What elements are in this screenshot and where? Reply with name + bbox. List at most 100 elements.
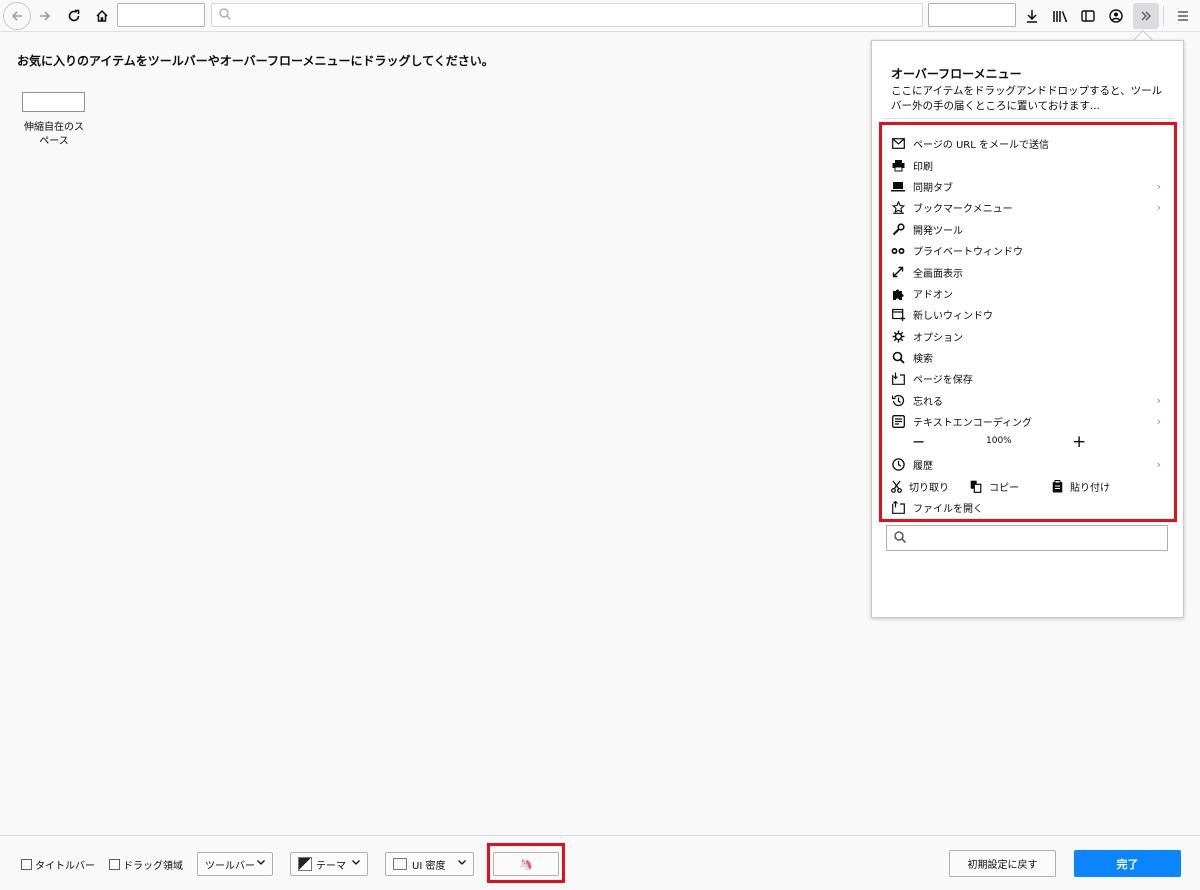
title-bar-checkbox[interactable]: タイトルバー bbox=[21, 857, 95, 872]
menu-item-label: 開発ツール bbox=[913, 225, 963, 237]
clock-icon bbox=[891, 458, 905, 472]
flexible-space-box bbox=[22, 92, 85, 112]
save-page-icon bbox=[891, 372, 905, 386]
fullscreen-icon bbox=[891, 265, 905, 279]
menu-item-label: テキストエンコーディング bbox=[913, 418, 1032, 430]
menu-item-label: 全画面表示 bbox=[913, 268, 963, 280]
customize-footer: タイトルバー ドラッグ領域 ツールバー テーマ UI 密度 🦄 初期設定に戻す … bbox=[0, 835, 1200, 890]
menu-item-text-encoding[interactable]: テキストエンコーディング › bbox=[886, 411, 1171, 432]
menu-item-fullscreen[interactable]: 全画面表示 bbox=[886, 261, 1171, 282]
forward-button[interactable] bbox=[32, 3, 58, 29]
bookmark-star-icon bbox=[891, 201, 905, 215]
reload-button[interactable] bbox=[61, 3, 87, 29]
overflow-menu-button[interactable] bbox=[1133, 3, 1159, 29]
menu-item-dev-tools[interactable]: 開発ツール bbox=[886, 219, 1171, 240]
paste-label: 貼り付け bbox=[1070, 483, 1110, 495]
menu-item-options[interactable]: オプション bbox=[886, 326, 1171, 347]
done-button[interactable]: 完了 bbox=[1074, 850, 1181, 877]
open-file-icon bbox=[891, 500, 905, 514]
toolbars-dropdown[interactable]: ツールバー bbox=[197, 852, 273, 876]
chevron-right-icon: › bbox=[1156, 201, 1161, 215]
chevron-right-icon: › bbox=[1156, 393, 1161, 407]
menu-item-label: ファイルを開く bbox=[913, 503, 983, 515]
drag-space-label: ドラッグ領域 bbox=[123, 861, 183, 872]
zoom-out-button[interactable]: − bbox=[912, 432, 925, 452]
back-button[interactable] bbox=[3, 2, 31, 30]
menu-item-synced-tabs[interactable]: 同期タブ › bbox=[886, 176, 1171, 197]
menu-item-label: ブックマークメニュー bbox=[913, 204, 1013, 216]
density-icon bbox=[393, 858, 407, 870]
double-chevron-right-icon bbox=[1141, 11, 1151, 21]
home-icon bbox=[96, 9, 108, 22]
reload-icon bbox=[68, 9, 80, 22]
cut-button[interactable]: 切り取り bbox=[891, 479, 949, 494]
menu-item-open-file[interactable]: ファイルを開く bbox=[886, 497, 1171, 518]
menu-item-label: 新しいウィンドウ bbox=[913, 311, 993, 323]
menu-item-bookmarks-menu[interactable]: ブックマークメニュー › bbox=[886, 197, 1171, 218]
account-icon bbox=[1109, 9, 1123, 23]
menu-item-label: ページを保存 bbox=[913, 375, 973, 387]
new-window-icon bbox=[891, 308, 905, 322]
menu-item-email-link[interactable]: ページの URL をメールで送信 bbox=[886, 133, 1171, 154]
search-icon bbox=[218, 7, 232, 21]
chevron-down-icon bbox=[351, 857, 361, 867]
drag-space-checkbox[interactable]: ドラッグ領域 bbox=[109, 857, 183, 872]
overflow-menu-list: ページの URL をメールで送信 印刷 同期タブ › ブックマークメニュー › … bbox=[886, 133, 1171, 518]
menu-item-forget[interactable]: 忘れる › bbox=[886, 390, 1171, 411]
menu-item-search[interactable]: 検索 bbox=[886, 347, 1171, 368]
downloads-button[interactable] bbox=[1019, 3, 1045, 29]
menu-item-label: オプション bbox=[913, 332, 963, 344]
toolbar-placeholder-right[interactable] bbox=[928, 3, 1016, 27]
paste-button[interactable]: 貼り付け bbox=[1052, 479, 1110, 494]
menu-item-label: 印刷 bbox=[913, 161, 933, 173]
density-dropdown[interactable]: UI 密度 bbox=[385, 852, 474, 876]
menu-item-addons[interactable]: アドオン bbox=[886, 283, 1171, 304]
edit-controls: 切り取り コピー 貼り付け bbox=[886, 475, 1171, 496]
gear-icon bbox=[891, 329, 905, 343]
text-encoding-icon bbox=[891, 415, 905, 429]
clipboard-icon bbox=[1052, 480, 1063, 493]
cut-label: 切り取り bbox=[909, 483, 949, 495]
menu-item-new-window[interactable]: 新しいウィンドウ bbox=[886, 304, 1171, 325]
menu-item-label: アドオン bbox=[913, 289, 953, 301]
account-button[interactable] bbox=[1103, 3, 1129, 29]
menu-item-label: 検索 bbox=[913, 354, 933, 366]
overflow-panel: オーバーフローメニュー ここにアイテムをドラッグアンドドロップすると、ツールバー… bbox=[871, 40, 1184, 618]
menu-item-private-window[interactable]: プライベートウィンドウ bbox=[886, 240, 1171, 261]
panel-divider bbox=[882, 118, 1175, 119]
flexible-space-label: 伸縮自在のスペース bbox=[24, 122, 84, 147]
reset-defaults-button[interactable]: 初期設定に戻す bbox=[949, 850, 1056, 877]
chevron-right-icon: › bbox=[1156, 415, 1161, 429]
main-menu-button[interactable] bbox=[1170, 3, 1196, 29]
sidebar-button[interactable] bbox=[1075, 3, 1101, 29]
menu-item-print[interactable]: 印刷 bbox=[886, 154, 1171, 175]
forward-arrow-icon bbox=[40, 11, 51, 21]
zoom-in-button[interactable]: + bbox=[1072, 432, 1086, 452]
themes-label: テーマ bbox=[316, 860, 346, 872]
themes-dropdown[interactable]: テーマ bbox=[290, 852, 368, 876]
back-arrow-icon bbox=[11, 11, 22, 21]
menu-item-label: 忘れる bbox=[913, 396, 943, 408]
menu-item-history[interactable]: 履歴 › bbox=[886, 454, 1171, 475]
url-bar[interactable] bbox=[211, 3, 923, 27]
flexible-space-item[interactable]: 伸縮自在のスペース bbox=[22, 92, 86, 149]
easter-egg-button[interactable]: 🦄 bbox=[493, 852, 559, 876]
puzzle-icon bbox=[891, 286, 905, 300]
navigation-toolbar bbox=[0, 0, 1200, 32]
theme-icon bbox=[298, 857, 312, 871]
panel-title: オーバーフローメニュー bbox=[891, 67, 1022, 81]
print-icon bbox=[891, 158, 905, 172]
panel-search-field[interactable] bbox=[886, 525, 1168, 551]
hamburger-icon bbox=[1178, 11, 1188, 21]
menu-item-label: プライベートウィンドウ bbox=[913, 247, 1023, 259]
zoom-reset-button[interactable]: 100% bbox=[986, 436, 1012, 446]
toolbar-placeholder-left[interactable] bbox=[117, 3, 205, 27]
private-mask-icon bbox=[891, 244, 905, 258]
download-icon bbox=[1027, 10, 1037, 23]
copy-button[interactable]: コピー bbox=[970, 479, 1019, 494]
menu-item-save-page[interactable]: ページを保存 bbox=[886, 368, 1171, 389]
home-button[interactable] bbox=[89, 3, 115, 29]
library-button[interactable] bbox=[1047, 3, 1073, 29]
toolbars-label: ツールバー bbox=[205, 860, 255, 872]
chevron-down-icon bbox=[256, 857, 266, 867]
